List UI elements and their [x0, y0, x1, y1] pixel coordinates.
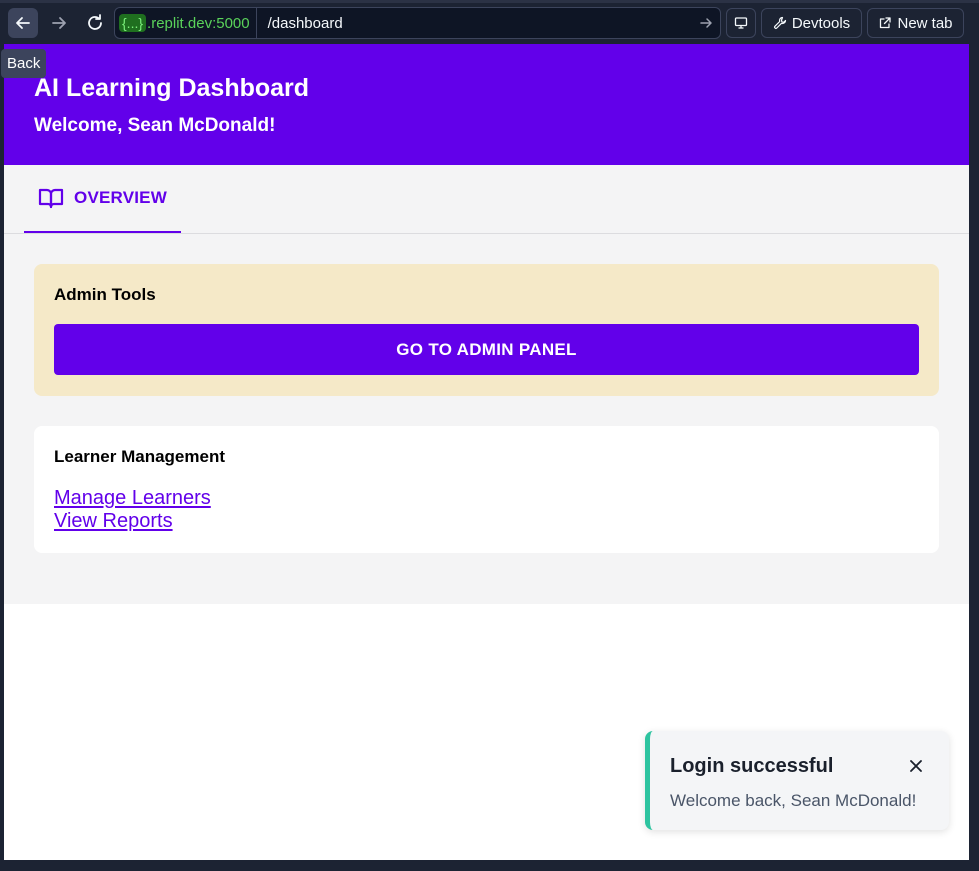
toast-message: Welcome back, Sean McDonald!: [670, 791, 917, 810]
learner-management-card: Learner Management Manage Learners View …: [34, 426, 939, 553]
page-title: AI Learning Dashboard: [34, 74, 310, 102]
forward-button[interactable]: [44, 8, 74, 38]
close-icon: [910, 760, 922, 772]
toast-title: Login successful: [670, 755, 834, 777]
url-path-input[interactable]: /dashboard: [257, 15, 692, 32]
arrow-right-icon: [700, 18, 712, 28]
book-open-icon: [38, 188, 64, 209]
devtools-button[interactable]: Devtools: [761, 8, 862, 38]
admin-tools-card: Admin Tools GO TO ADMIN PANEL: [34, 264, 939, 396]
go-button[interactable]: [692, 8, 720, 38]
welcome-message: Welcome, Sean McDonald!: [34, 115, 276, 136]
admin-panel-button[interactable]: GO TO ADMIN PANEL: [54, 324, 919, 375]
browser-toolbar: {...} .replit.dev:5000 /dashboard Devtoo…: [0, 0, 979, 44]
dashboard-content: OVERVIEW Admin Tools GO TO ADMIN PANEL L…: [4, 165, 969, 604]
wrench-icon: [773, 16, 786, 29]
devtools-label: Devtools: [791, 14, 851, 32]
arrow-left-icon: [16, 17, 30, 29]
url-host-text: .replit.dev:5000: [147, 14, 250, 32]
url-host: {...} .replit.dev:5000: [115, 8, 257, 38]
toast-notification: Login successful Welcome back, Sean McDo…: [645, 731, 949, 830]
tab-overview[interactable]: OVERVIEW: [24, 165, 181, 233]
tab-overview-label: OVERVIEW: [74, 188, 167, 207]
new-tab-label: New tab: [897, 14, 953, 32]
address-bar[interactable]: {...} .replit.dev:5000 /dashboard: [114, 7, 721, 39]
back-button[interactable]: [8, 8, 38, 38]
reload-icon: [88, 14, 102, 30]
window-bottom-edge: [0, 860, 979, 871]
new-tab-button[interactable]: New tab: [867, 8, 964, 38]
back-tooltip: Back: [1, 49, 47, 78]
page-viewport: AI Learning Dashboard Welcome, Sean McDo…: [4, 44, 969, 860]
tab-bar: OVERVIEW: [4, 165, 969, 234]
arrow-right-icon: [52, 17, 66, 29]
view-reports-link[interactable]: View Reports: [54, 510, 173, 533]
toast-close-button[interactable]: [905, 755, 927, 777]
screen-button[interactable]: [726, 8, 756, 38]
reload-button[interactable]: [80, 8, 110, 38]
learner-management-title: Learner Management: [54, 447, 225, 466]
tab-strip: [0, 0, 979, 3]
external-link-icon: [880, 17, 892, 29]
app-header: AI Learning Dashboard Welcome, Sean McDo…: [4, 44, 969, 165]
admin-tools-title: Admin Tools: [54, 285, 156, 304]
url-badge: {...}: [119, 14, 147, 32]
manage-learners-link[interactable]: Manage Learners: [54, 487, 211, 510]
monitor-icon: [734, 17, 748, 29]
